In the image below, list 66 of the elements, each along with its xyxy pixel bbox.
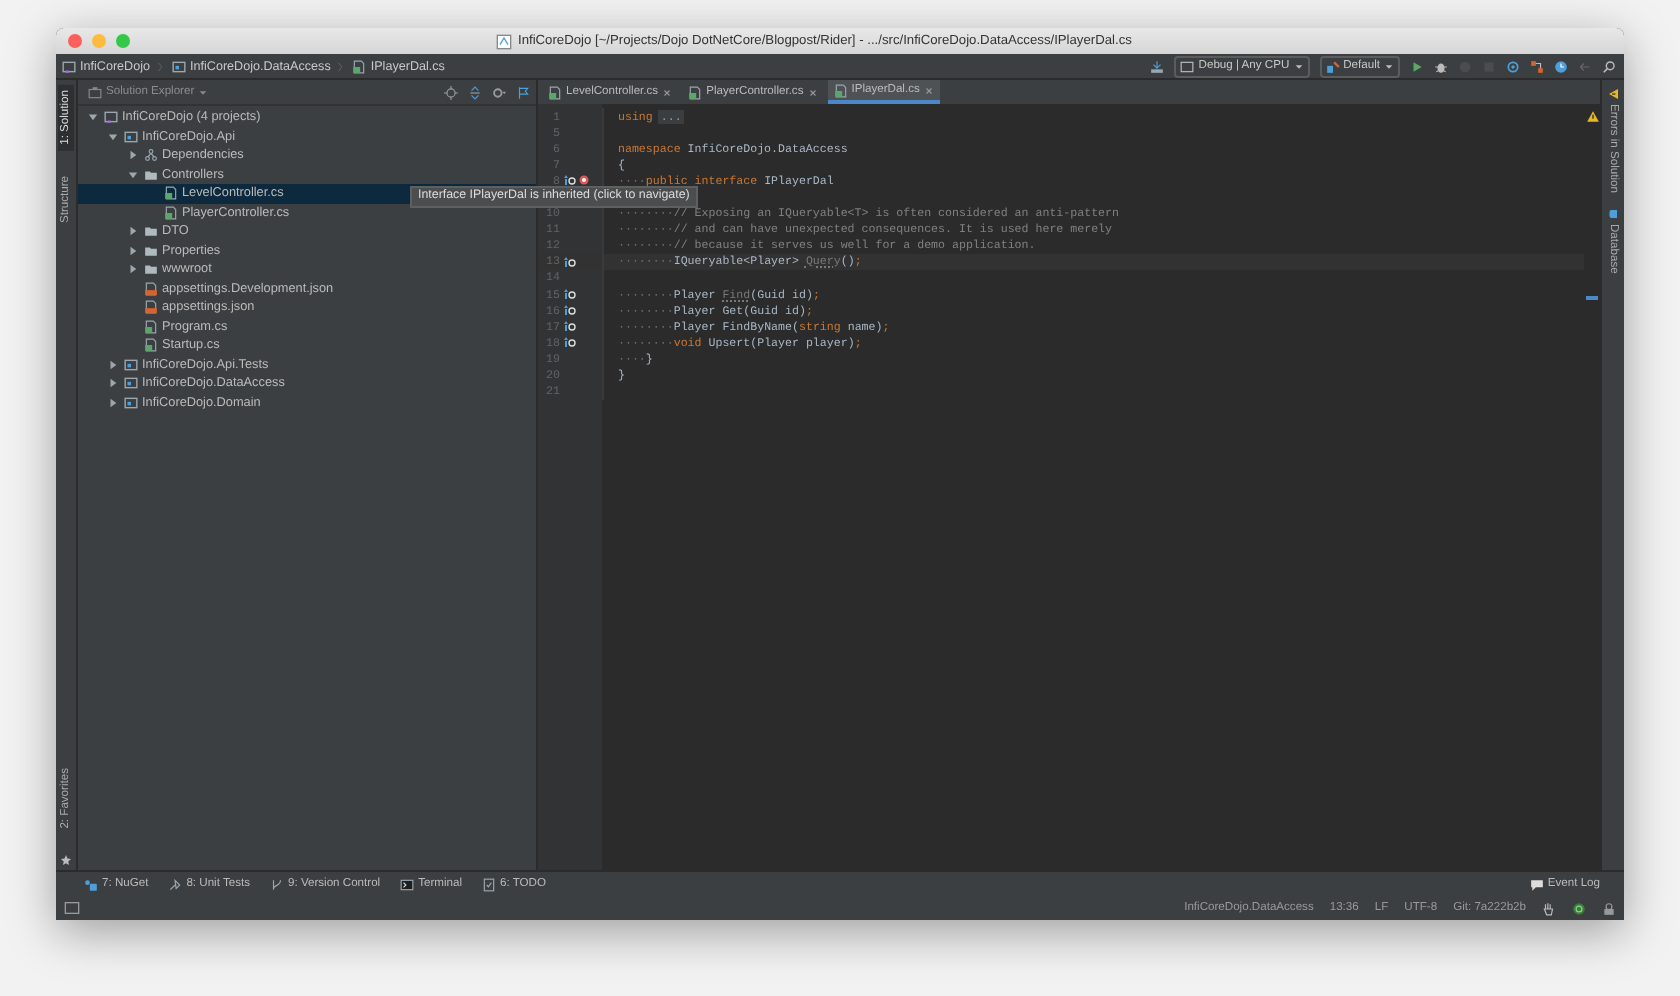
expanded-arrow-icon[interactable]	[128, 169, 138, 180]
panel-toggle-icon[interactable]	[64, 900, 80, 916]
close-icon[interactable]	[807, 87, 818, 97]
caret-icon	[1293, 61, 1304, 71]
config-icon	[1325, 59, 1340, 73]
file-icon	[144, 300, 158, 315]
dependencies-icon	[144, 148, 158, 163]
project-icon	[124, 376, 138, 391]
close-icon[interactable]	[662, 87, 673, 97]
inheritance-icon[interactable]	[564, 288, 576, 301]
close-icon[interactable]	[923, 85, 934, 95]
file-icon	[548, 85, 562, 99]
project-icon	[124, 357, 138, 372]
inheritance-icon[interactable]	[564, 255, 576, 268]
file-icon	[164, 186, 178, 201]
pin-icon[interactable]	[516, 85, 530, 99]
collapsed-arrow-icon[interactable]	[128, 150, 138, 161]
inheritance-icon[interactable]	[564, 336, 576, 349]
solution-view-icon	[88, 85, 102, 99]
inheritance-icon[interactable]	[564, 304, 576, 317]
implementation-icon[interactable]	[578, 174, 590, 187]
clock-icon[interactable]	[1554, 59, 1568, 73]
inheritance-icon[interactable]	[564, 174, 576, 187]
test-icon	[168, 877, 183, 891]
terminal-icon	[400, 877, 415, 891]
caret-icon	[1384, 61, 1394, 71]
file-icon	[352, 59, 367, 73]
window-icon	[1180, 59, 1195, 73]
checklist-icon	[481, 877, 496, 891]
project-icon	[124, 129, 138, 144]
speech-bubble-icon	[1529, 877, 1544, 891]
close-button[interactable]	[68, 34, 82, 48]
collapse-icon[interactable]	[468, 85, 482, 99]
file-icon	[496, 33, 512, 49]
branch-icon	[270, 877, 284, 891]
file-icon	[688, 85, 703, 99]
warning-icon[interactable]	[1585, 110, 1599, 124]
file-icon	[144, 281, 158, 296]
build-icon[interactable]	[1150, 59, 1165, 73]
package-icon	[84, 877, 98, 891]
project-icon	[124, 395, 138, 410]
status-icon[interactable]	[1572, 901, 1586, 915]
file-icon	[144, 338, 158, 353]
run-icon[interactable]	[1410, 59, 1424, 73]
caret-icon	[198, 87, 209, 97]
inheritance-icon[interactable]	[564, 320, 576, 333]
settings-icon[interactable]	[492, 85, 506, 99]
bug-icon[interactable]	[1434, 59, 1448, 73]
folder-icon	[144, 167, 158, 182]
project-icon	[172, 59, 186, 73]
solution-icon	[62, 59, 76, 73]
file-icon	[164, 205, 178, 220]
warning-icon	[1607, 88, 1619, 100]
file-icon	[833, 83, 848, 97]
diagram-icon[interactable]	[1530, 59, 1544, 73]
locate-icon[interactable]	[444, 85, 458, 99]
solution-icon	[104, 110, 118, 125]
search-icon[interactable]	[1602, 59, 1616, 73]
lock-icon[interactable]	[1602, 901, 1616, 915]
hand-icon[interactable]	[1542, 901, 1556, 915]
gauge-icon[interactable]	[1506, 59, 1520, 73]
chevron-icon	[156, 59, 166, 73]
database-icon	[1607, 208, 1619, 221]
star-icon[interactable]	[60, 854, 72, 866]
chevron-icon	[336, 59, 347, 73]
file-icon	[144, 319, 158, 334]
